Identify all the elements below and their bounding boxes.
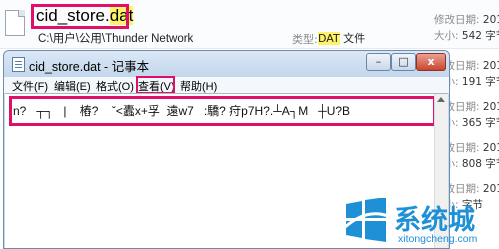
watermark-url: xitongcheng.com [398, 233, 478, 245]
window-title: cid_store.dat - 记事本 [29, 60, 150, 74]
side-info-value: 2016 [482, 101, 499, 113]
maximize-button[interactable]: □ [391, 53, 416, 71]
menu-bar: 文件(F) 编辑(E) 格式(O) 查看(V) 帮助(H) [4, 77, 449, 93]
menu-help[interactable]: 帮助(H) [180, 78, 217, 94]
side-info-label: 大小: [434, 30, 459, 42]
side-info-row: 大小: 542 字节 [434, 28, 499, 43]
side-info-value: 2016 [482, 142, 499, 154]
scroll-up-arrow-icon[interactable] [437, 97, 445, 102]
file-type-suffix: 文件 [339, 32, 366, 45]
content-highlight-box [9, 96, 436, 126]
side-info-label: 修改日期: [434, 14, 480, 26]
side-info-value: 191 字节 [461, 76, 499, 88]
xitongcheng-logo-icon [342, 198, 389, 242]
watermark-brand: 系统城 [394, 205, 475, 236]
file-type-highlight: DAT [318, 32, 340, 45]
side-info-row: 修改日期: 2016 [434, 12, 499, 27]
close-button[interactable]: x [416, 53, 446, 71]
side-info-value: 365 字节 [461, 117, 499, 129]
file-type-value: DAT 文件 [318, 30, 365, 46]
menu-file[interactable]: 文件(F) [12, 78, 48, 94]
minimize-button[interactable]: – [366, 53, 391, 71]
search-result-item[interactable]: cid_store.dat C:\用户\公用\Thunder Network 类… [0, 0, 499, 49]
notepad-icon [12, 57, 25, 72]
side-info-value: 808 字节 [461, 158, 499, 170]
notepad-title-bar[interactable]: cid_store.dat - 记事本 – □ x [4, 51, 449, 77]
file-name-highlight-box [31, 4, 129, 29]
side-info-value: 542 字节 [461, 30, 499, 42]
menu-view-highlight-box [136, 76, 175, 94]
file-icon [5, 10, 25, 36]
file-path: C:\用户\公用\Thunder Network [38, 33, 194, 45]
side-info-value: 2016 [482, 14, 499, 26]
side-info-value: 2016 [482, 183, 499, 195]
file-type-label: 类型: [292, 33, 318, 46]
menu-format[interactable]: 格式(O) [96, 78, 134, 94]
menu-edit[interactable]: 编辑(E) [54, 78, 91, 94]
side-info-value: 2016 [482, 60, 499, 72]
